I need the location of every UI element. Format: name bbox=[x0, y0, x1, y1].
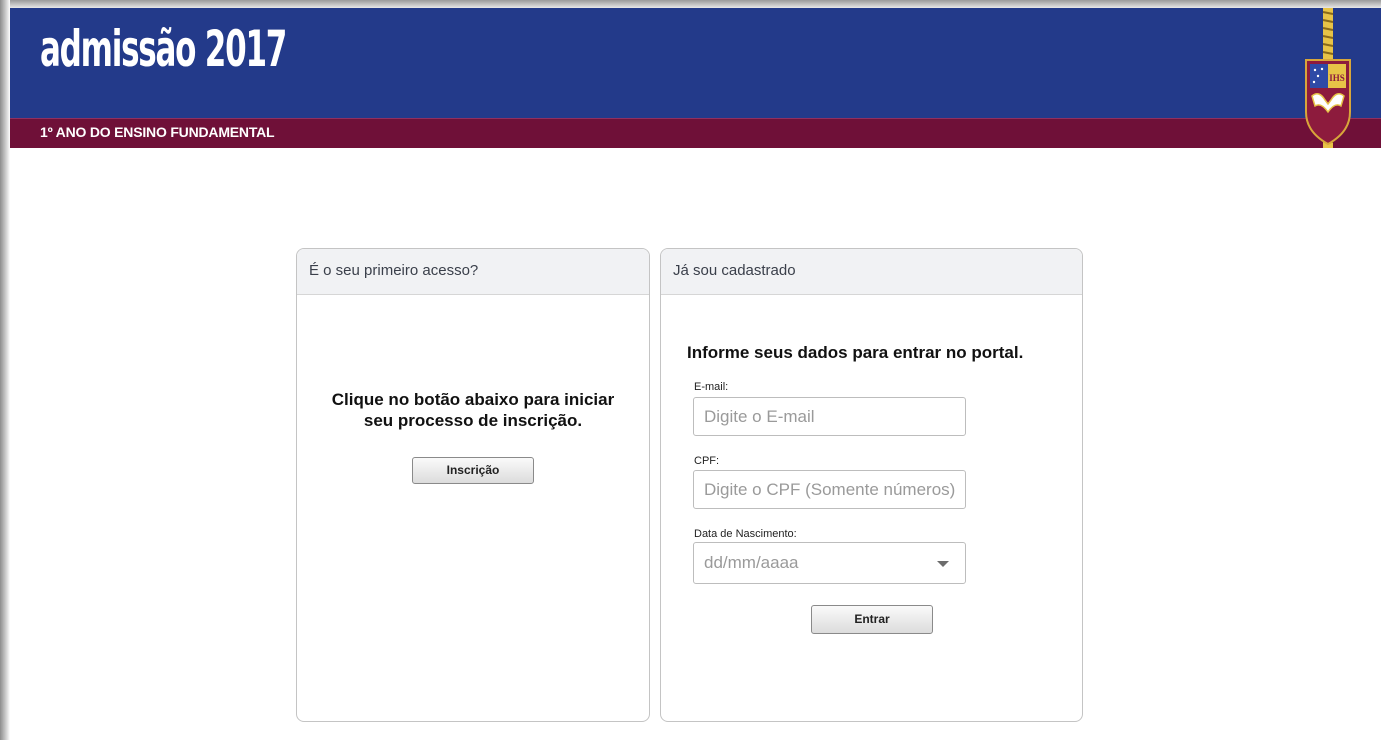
header-subtitle: 1º ANO DO ENSINO FUNDAMENTAL bbox=[40, 124, 275, 140]
birth-date-label: Data de Nascimento: bbox=[694, 528, 797, 540]
first-access-message-line-1: Clique no botão abaixo para iniciar bbox=[331, 390, 615, 409]
birth-date-placeholder: dd/mm/aaaa bbox=[704, 553, 799, 572]
registered-panel-title: Já sou cadastrado bbox=[661, 249, 1082, 295]
window-left-edge bbox=[0, 0, 10, 740]
inscricao-button[interactable]: Inscrição bbox=[412, 457, 534, 484]
email-field[interactable] bbox=[693, 397, 966, 436]
brand-title: admissão 2017 bbox=[40, 20, 287, 78]
first-access-message: Clique no botão abaixo para iniciar seu … bbox=[297, 389, 649, 431]
registered-panel: Já sou cadastrado Informe seus dados par… bbox=[660, 248, 1083, 722]
chevron-down-icon[interactable] bbox=[937, 561, 949, 567]
page: admissão 2017 1º ANO DO ENSINO FUNDAMENT… bbox=[0, 0, 1381, 740]
school-crest-logo: IHS bbox=[1305, 8, 1351, 148]
window-top-edge bbox=[0, 0, 1381, 8]
birth-date-field[interactable]: dd/mm/aaaa bbox=[693, 542, 966, 584]
crest-text: IHS bbox=[1329, 73, 1345, 83]
login-heading: Informe seus dados para entrar no portal… bbox=[687, 343, 1024, 362]
first-access-message-line-2: seu processo de inscrição. bbox=[363, 411, 583, 430]
cpf-field[interactable] bbox=[693, 470, 966, 509]
entrar-button[interactable]: Entrar bbox=[811, 605, 933, 634]
first-access-panel-title: É o seu primeiro acesso? bbox=[297, 249, 649, 295]
page-header: admissão 2017 1º ANO DO ENSINO FUNDAMENT… bbox=[10, 8, 1381, 148]
email-label: E-mail: bbox=[694, 381, 729, 393]
first-access-panel: É o seu primeiro acesso? Clique no botão… bbox=[296, 248, 650, 722]
cpf-label: CPF: bbox=[694, 455, 720, 467]
